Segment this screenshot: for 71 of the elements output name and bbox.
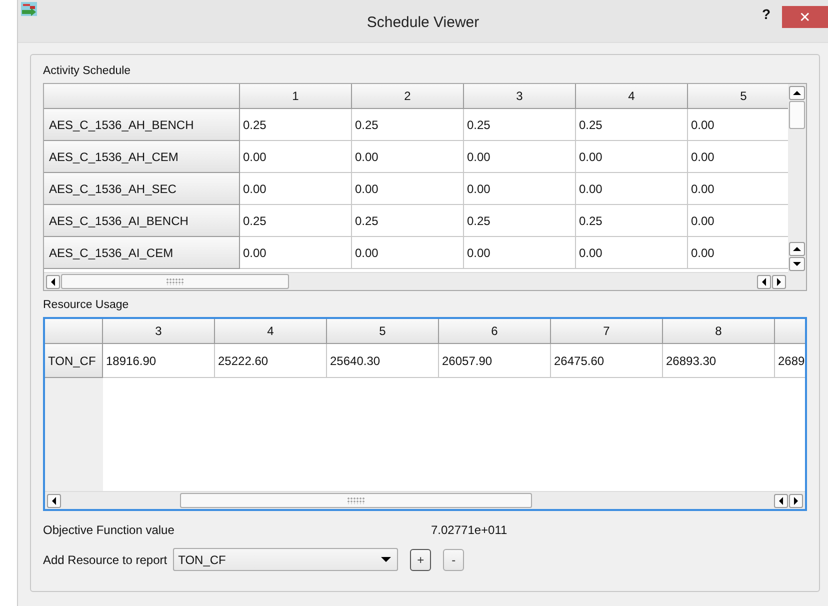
table-cell: 2689 <box>775 344 805 378</box>
resource-dropdown[interactable]: TON_CF <box>173 548 398 571</box>
table-cell: 0.00 <box>464 173 576 205</box>
close-button[interactable]: ✕ <box>782 6 828 28</box>
scroll-left-button[interactable] <box>47 494 61 508</box>
table-cell: 0.25 <box>240 109 352 141</box>
table-cell: 25640.30 <box>327 344 439 378</box>
table-cell: 0.00 <box>576 237 688 269</box>
table-cell: 18916.90 <box>103 344 215 378</box>
table-cell: 0.00 <box>576 141 688 173</box>
app-icon <box>21 1 37 17</box>
column-header[interactable]: 8 <box>663 319 775 344</box>
help-button[interactable]: ? <box>762 6 771 22</box>
section-label: Resource Usage <box>43 299 129 311</box>
table-cell: 0.00 <box>352 141 464 173</box>
objective-label: Objective Function value <box>43 523 176 537</box>
row-header[interactable]: TON_CF <box>45 344 103 378</box>
add-resource-label: Add Resource to report <box>43 552 168 566</box>
scroll-down-button[interactable] <box>789 257 805 271</box>
scroll-thumb[interactable] <box>180 493 532 508</box>
table-cell: 0.00 <box>464 141 576 173</box>
caret-icon <box>381 557 392 562</box>
scroll-up-button[interactable] <box>789 242 805 256</box>
table-cell: 26475.60 <box>551 344 663 378</box>
add-button[interactable]: + <box>410 548 432 570</box>
table-cell: 0.25 <box>464 205 576 237</box>
scroll-left-button[interactable] <box>757 274 771 288</box>
table-cell: 0.25 <box>240 205 352 237</box>
column-header[interactable]: 5 <box>688 84 788 109</box>
scroll-right-button[interactable] <box>772 274 786 288</box>
row-header[interactable]: AES_C_1536_AH_BENCH <box>44 109 240 141</box>
section-label: Activity Schedule <box>43 65 131 77</box>
column-header[interactable]: 5 <box>327 319 439 344</box>
column-header[interactable]: 1 <box>240 84 352 109</box>
table-cell: 25222.60 <box>215 344 327 378</box>
column-header[interactable]: 4 <box>215 319 327 344</box>
column-header[interactable]: 6 <box>439 319 551 344</box>
row-header[interactable]: AES_C_1536_AH_SEC <box>44 173 240 205</box>
vertical-scrollbar[interactable] <box>788 84 806 290</box>
table-cell: 0.00 <box>464 237 576 269</box>
table-cell: 0.00 <box>240 237 352 269</box>
scroll-left-button[interactable] <box>774 494 788 508</box>
table-cell: 0.00 <box>352 237 464 269</box>
column-header[interactable]: 3 <box>103 319 215 344</box>
table-cell: 0.25 <box>576 109 688 141</box>
corner-header <box>45 319 103 344</box>
table-cell: 26893.30 <box>663 344 775 378</box>
table-cell: 0.25 <box>352 109 464 141</box>
scroll-right-button[interactable] <box>789 494 803 508</box>
column-header[interactable]: 4 <box>576 84 688 109</box>
window-title: Schedule Viewer <box>366 14 480 31</box>
column-header[interactable]: 2 <box>352 84 464 109</box>
scroll-thumb[interactable] <box>789 101 805 129</box>
row-header[interactable]: AES_C_1536_AI_BENCH <box>44 205 240 237</box>
table-cell: 0.25 <box>464 109 576 141</box>
objective-value: 7.02771e+011 <box>431 523 508 537</box>
scroll-up-button[interactable] <box>789 86 805 100</box>
table-cell: 0.25 <box>576 205 688 237</box>
table-cell: 26057.90 <box>439 344 551 378</box>
row-header[interactable]: AES_C_1536_AI_CEM <box>44 237 240 269</box>
row-header[interactable]: AES_C_1536_AH_CEM <box>44 141 240 173</box>
column-header[interactable]: 7 <box>551 319 663 344</box>
column-header[interactable]: 3 <box>464 84 576 109</box>
table-cell: 0.25 <box>352 205 464 237</box>
table-cell: 0.00 <box>240 141 352 173</box>
table-cell: 0.00 <box>240 173 352 205</box>
scroll-left-button[interactable] <box>46 274 60 288</box>
table-cell: 0.00 <box>576 173 688 205</box>
remove-button[interactable]: - <box>443 548 464 570</box>
scroll-thumb[interactable] <box>61 274 289 289</box>
table-cell: 0.00 <box>352 173 464 205</box>
